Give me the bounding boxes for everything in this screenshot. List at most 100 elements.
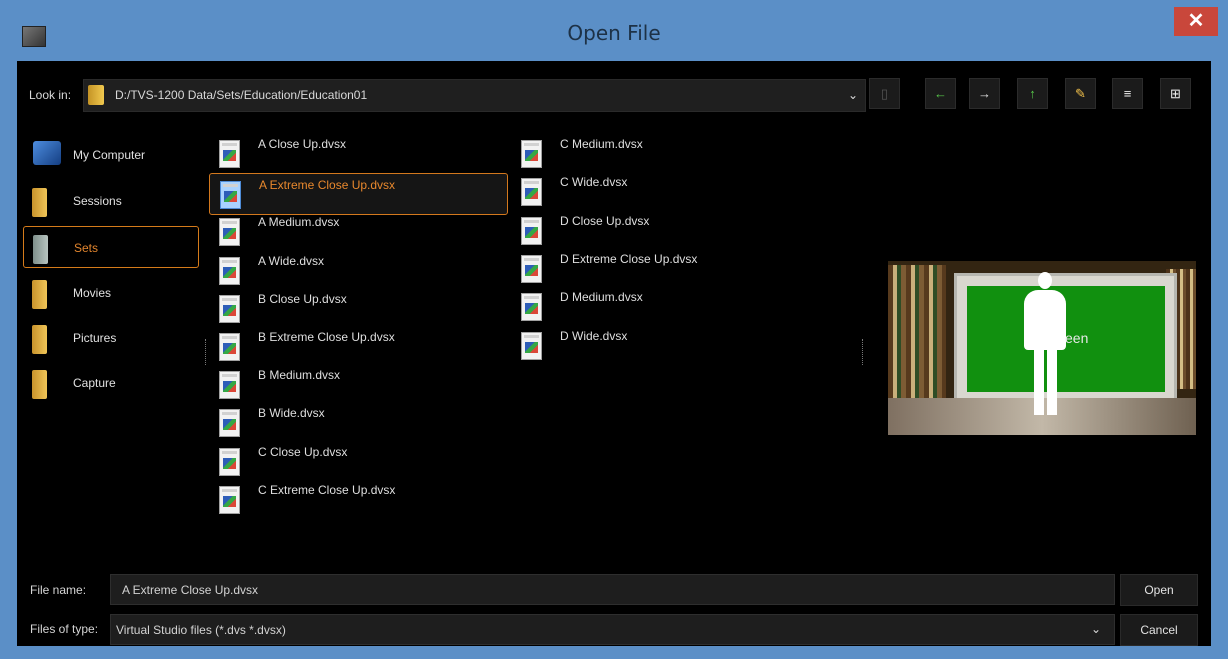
file-item[interactable]: C Medium.dvsx bbox=[521, 136, 821, 172]
folder-icon bbox=[88, 85, 104, 105]
sidebar-item-my-computer[interactable]: My Computer bbox=[23, 134, 199, 176]
file-icon bbox=[219, 257, 240, 285]
file-name: A Medium.dvsx bbox=[258, 215, 340, 229]
sidebar-item-label: Sets bbox=[74, 241, 99, 255]
sidebar-item-label: Capture bbox=[73, 376, 116, 390]
file-icon bbox=[219, 333, 240, 361]
file-type-select[interactable]: Virtual Studio files (*.dvs *.dvsx) ⌄ bbox=[110, 614, 1115, 645]
preview-screen-text: een bbox=[1065, 330, 1089, 346]
chevron-down-icon[interactable]: ⌄ bbox=[1091, 622, 1101, 636]
folder-icon bbox=[32, 370, 47, 399]
folder-icon bbox=[33, 235, 48, 264]
file-name: B Extreme Close Up.dvsx bbox=[258, 330, 395, 344]
title-bar: Open File ✕ bbox=[0, 0, 1228, 60]
disabled-toolbar-button[interactable]: ▯ bbox=[869, 78, 900, 109]
splitter-handle[interactable] bbox=[205, 339, 207, 365]
back-arrow-icon: ← bbox=[934, 86, 947, 101]
file-icon bbox=[521, 217, 542, 245]
sidebar-item-sessions[interactable]: Sessions bbox=[23, 180, 199, 222]
file-icon bbox=[521, 293, 542, 321]
sidebar-item-movies[interactable]: Movies bbox=[23, 272, 199, 314]
cancel-button[interactable]: Cancel bbox=[1120, 614, 1198, 646]
open-button[interactable]: Open bbox=[1120, 574, 1198, 606]
file-name: D Extreme Close Up.dvsx bbox=[560, 252, 698, 266]
file-item[interactable]: A Close Up.dvsx bbox=[219, 136, 504, 172]
file-item[interactable]: B Wide.dvsx bbox=[219, 405, 504, 441]
file-item[interactable]: D Wide.dvsx bbox=[521, 328, 821, 364]
file-icon bbox=[219, 486, 240, 514]
places-sidebar: My Computer Sessions Sets Movies Picture… bbox=[20, 130, 202, 422]
sidebar-item-label: My Computer bbox=[73, 148, 146, 162]
file-name: C Close Up.dvsx bbox=[258, 445, 348, 459]
detail-view-icon: ≡ bbox=[1123, 86, 1132, 101]
computer-icon bbox=[33, 141, 61, 165]
file-icon bbox=[219, 140, 240, 168]
list-view-button[interactable]: ⊞ bbox=[1160, 78, 1191, 109]
file-name: A Close Up.dvsx bbox=[258, 137, 347, 151]
sidebar-item-label: Movies bbox=[73, 286, 112, 300]
up-arrow-icon: ↑ bbox=[1029, 86, 1036, 101]
file-item[interactable]: A Medium.dvsx bbox=[219, 214, 504, 250]
file-name-input[interactable]: A Extreme Close Up.dvsx bbox=[110, 574, 1115, 605]
look-in-path: D:/TVS-1200 Data/Sets/Education/Educatio… bbox=[115, 88, 368, 102]
person-leg bbox=[1034, 348, 1044, 415]
file-type-value: Virtual Studio files (*.dvs *.dvsx) bbox=[116, 623, 286, 637]
file-item[interactable]: A Wide.dvsx bbox=[219, 253, 504, 289]
file-item[interactable]: C Wide.dvsx bbox=[521, 174, 821, 210]
detail-view-button[interactable]: ≡ bbox=[1112, 78, 1143, 109]
look-in-combobox[interactable]: D:/TVS-1200 Data/Sets/Education/Educatio… bbox=[83, 79, 866, 112]
file-item[interactable]: D Medium.dvsx bbox=[521, 289, 821, 325]
file-name-label: File name: bbox=[30, 583, 87, 597]
file-item[interactable]: A Extreme Close Up.dvsx bbox=[209, 173, 508, 215]
file-name: C Medium.dvsx bbox=[560, 137, 643, 151]
file-icon bbox=[521, 332, 542, 360]
file-item[interactable]: D Extreme Close Up.dvsx bbox=[521, 251, 821, 287]
person-head bbox=[1038, 272, 1052, 289]
file-icon bbox=[219, 409, 240, 437]
file-icon bbox=[219, 371, 240, 399]
file-icon bbox=[220, 181, 241, 209]
sidebar-item-capture[interactable]: Capture bbox=[23, 362, 199, 404]
file-icon bbox=[521, 178, 542, 206]
back-button[interactable]: ← bbox=[925, 78, 956, 109]
file-item[interactable]: D Close Up.dvsx bbox=[521, 213, 821, 249]
file-item[interactable]: C Extreme Close Up.dvsx bbox=[219, 482, 504, 518]
file-icon bbox=[521, 255, 542, 283]
file-name: A Wide.dvsx bbox=[258, 254, 325, 268]
file-name: D Close Up.dvsx bbox=[560, 214, 650, 228]
file-item[interactable]: B Close Up.dvsx bbox=[219, 291, 504, 327]
files-of-type-label: Files of type: bbox=[30, 622, 99, 636]
file-item[interactable]: B Extreme Close Up.dvsx bbox=[219, 329, 504, 365]
file-name: A Extreme Close Up.dvsx bbox=[259, 178, 396, 192]
new-folder-button[interactable]: ✎ bbox=[1065, 78, 1096, 109]
sidebar-item-label: Sessions bbox=[73, 194, 122, 208]
chevron-down-icon[interactable]: ⌄ bbox=[848, 88, 858, 102]
file-item[interactable]: B Medium.dvsx bbox=[219, 367, 504, 403]
folder-icon bbox=[32, 280, 47, 309]
window-title: Open File bbox=[567, 21, 661, 45]
sidebar-item-pictures[interactable]: Pictures bbox=[23, 317, 199, 359]
splitter-handle[interactable] bbox=[862, 339, 864, 365]
person-body bbox=[1024, 290, 1066, 350]
preview-image: een bbox=[888, 261, 1196, 435]
forward-button[interactable]: → bbox=[969, 78, 1000, 109]
file-name-value: A Extreme Close Up.dvsx bbox=[122, 583, 259, 597]
sidebar-item-sets[interactable]: Sets bbox=[23, 226, 199, 268]
look-in-label: Look in: bbox=[29, 88, 72, 102]
file-name: C Extreme Close Up.dvsx bbox=[258, 483, 396, 497]
sidebar-item-label: Pictures bbox=[73, 331, 117, 345]
close-button[interactable]: ✕ bbox=[1174, 7, 1218, 36]
file-icon bbox=[521, 140, 542, 168]
new-folder-icon: ✎ bbox=[1075, 86, 1086, 101]
file-name: B Close Up.dvsx bbox=[258, 292, 347, 306]
file-name: C Wide.dvsx bbox=[560, 175, 628, 189]
folder-icon bbox=[32, 188, 47, 217]
up-button[interactable]: ↑ bbox=[1017, 78, 1048, 109]
folder-icon bbox=[32, 325, 47, 354]
grid-view-icon: ⊞ bbox=[1170, 86, 1181, 101]
file-name: D Medium.dvsx bbox=[560, 290, 643, 304]
file-name: D Wide.dvsx bbox=[560, 329, 628, 343]
file-item[interactable]: C Close Up.dvsx bbox=[219, 444, 504, 480]
person-silhouette bbox=[1019, 272, 1071, 418]
file-icon bbox=[219, 218, 240, 246]
